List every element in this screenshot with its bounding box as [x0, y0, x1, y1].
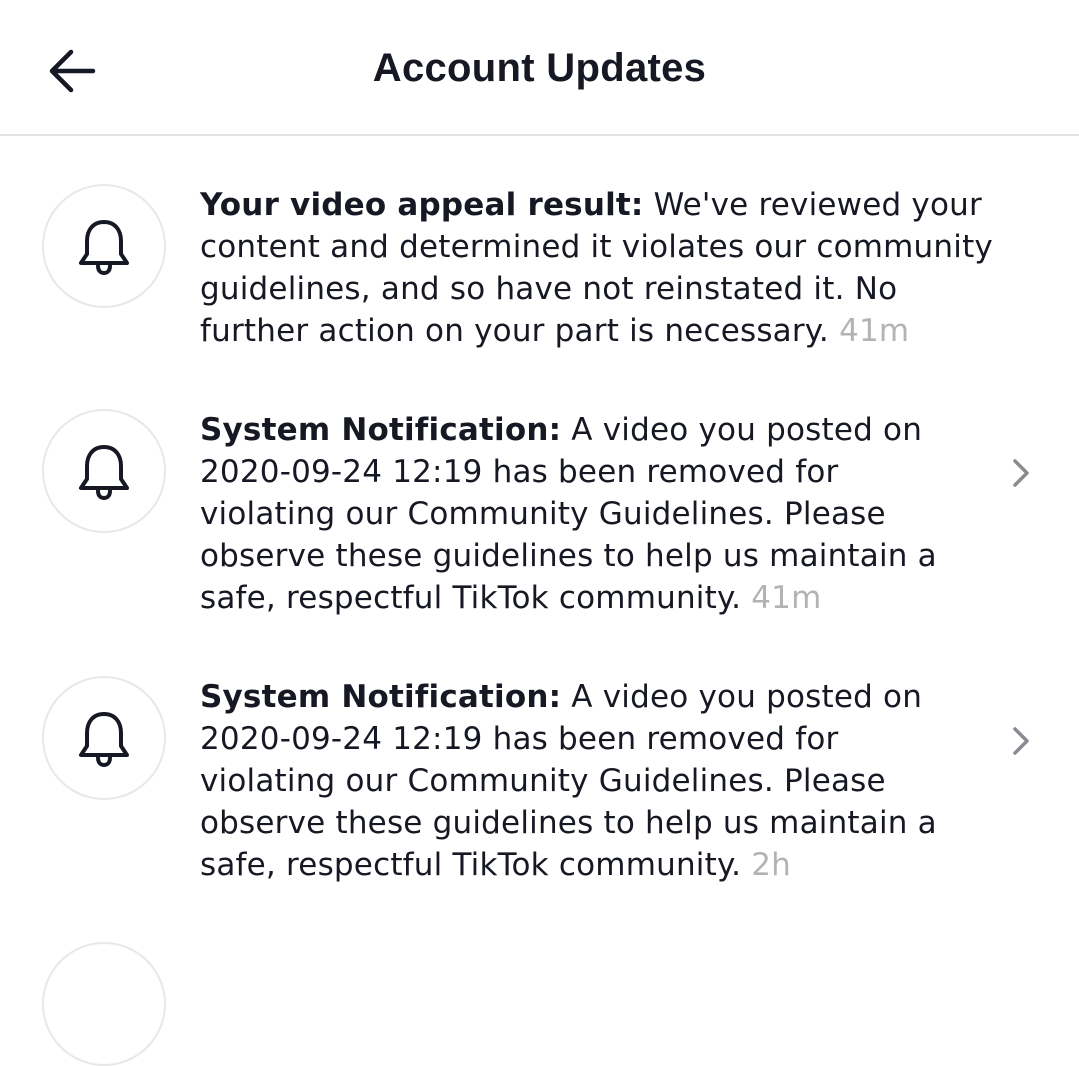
notification-timestamp: 2h [751, 847, 791, 883]
notification-heading: Your video appeal result: [200, 187, 644, 223]
notification-avatar [42, 409, 166, 533]
chevron-right-icon[interactable] [1002, 722, 1040, 760]
notification-item[interactable]: System Notification: A video you posted … [0, 644, 1079, 912]
notification-item[interactable]: System Notification: A video you posted … [0, 376, 1079, 644]
notification-item[interactable]: Your video appeal result: We've reviewed… [0, 136, 1079, 376]
notification-message: System Notification: A video you posted … [200, 676, 940, 886]
notification-avatar [42, 676, 166, 800]
notification-heading: System Notification: [200, 679, 562, 715]
page-title: Account Updates [372, 46, 707, 90]
notification-avatar [42, 184, 166, 308]
notification-timestamp: 41m [751, 580, 822, 616]
notification-timestamp: 41m [839, 313, 910, 349]
notification-heading: System Notification: [200, 412, 562, 448]
top-bar: Account Updates [0, 0, 1079, 136]
notification-avatar [42, 942, 166, 1066]
notification-message: System Notification: A video you posted … [200, 409, 940, 619]
bell-icon [79, 220, 129, 276]
chevron-right-icon[interactable] [1002, 454, 1040, 492]
bell-icon [79, 712, 129, 768]
bell-icon [79, 445, 129, 501]
notification-message: Your video appeal result: We've reviewed… [200, 184, 1010, 352]
